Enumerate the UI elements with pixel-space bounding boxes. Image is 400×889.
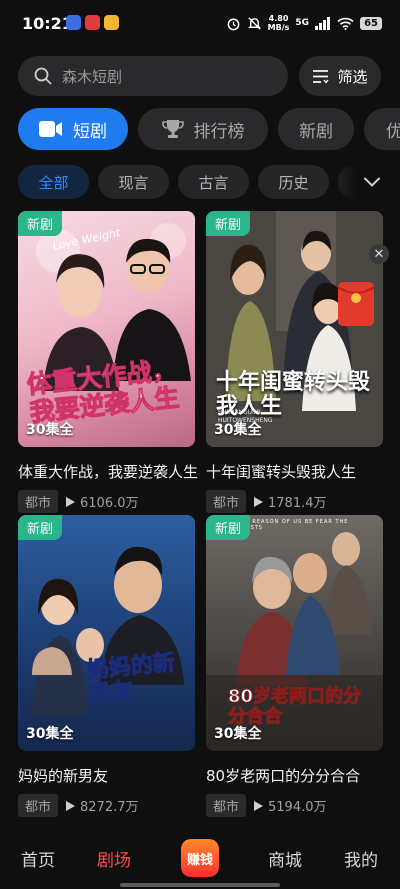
play-count-value: 8272.7万 xyxy=(80,800,139,815)
chip-modern-romance[interactable]: 现言 xyxy=(98,165,169,199)
poster-image[interactable]: 妈妈的新男友 新剧 30集全 xyxy=(18,515,195,751)
poster-title: 妈妈的新男友 xyxy=(85,650,176,708)
filter-button[interactable]: 筛选 xyxy=(299,56,381,96)
poster-title: 80岁老两口的分分合合 xyxy=(228,686,362,727)
search-bar[interactable]: 森木短剧 xyxy=(18,56,288,96)
new-badge: 新剧 xyxy=(18,211,63,236)
trophy-icon xyxy=(161,120,184,138)
play-count-value: 1781.4万 xyxy=(268,496,327,511)
poster-top-text: ONE REASON OF US BE FEAR THE GHOSTS xyxy=(236,519,349,531)
play-icon xyxy=(254,496,264,507)
alarm-icon xyxy=(227,18,240,30)
new-badge: 新剧 xyxy=(206,211,251,236)
app-notification-icon xyxy=(104,15,119,30)
genre-tag: 都市 xyxy=(18,794,59,817)
drama-title[interactable]: 十年闺蜜转头毁我人生 xyxy=(206,461,383,482)
red-packet-icon[interactable] xyxy=(337,282,375,326)
chevron-down-icon xyxy=(364,177,380,187)
app-notification-icon xyxy=(85,15,100,30)
close-icon[interactable]: ✕ xyxy=(369,244,389,264)
chip-all[interactable]: 全部 xyxy=(18,165,89,199)
tab-label: 短剧 xyxy=(73,121,107,142)
poster-image[interactable]: 体重大作战，我要逆袭人生 Love Weight 新剧 30集全 xyxy=(18,211,195,447)
play-icon xyxy=(66,800,76,811)
new-badge: 新剧 xyxy=(18,515,63,540)
status-bar: 10:21 4.80 MB/s 5G 65 xyxy=(0,0,400,48)
speed-value: 4.80 xyxy=(268,14,289,23)
play-icon xyxy=(254,800,264,811)
poster-art xyxy=(32,546,184,715)
tab-label: 新剧 xyxy=(299,121,333,142)
drama-meta: 都市 8272.7万 xyxy=(18,794,195,817)
expand-genres-button[interactable] xyxy=(332,158,400,206)
speed-unit: MB/s xyxy=(267,23,290,32)
poster-image[interactable]: 十年闺蜜转头毁我人生 SHINIANGUIMI HUITOWENSHENG 新剧… xyxy=(206,211,383,447)
play-count: 6106.0万 xyxy=(66,492,139,511)
nav-mall[interactable]: 商城 xyxy=(268,846,302,871)
network-type: 5G xyxy=(295,18,310,28)
nav-home[interactable]: 首页 xyxy=(21,846,55,871)
drama-title[interactable]: 体重大作战，我要逆袭人生 xyxy=(18,461,198,482)
app-notification-icon xyxy=(66,15,81,30)
episode-count: 30集全 xyxy=(26,726,74,742)
tab-new-drama[interactable]: 新剧 xyxy=(278,108,354,150)
tab-short-drama[interactable]: 短剧 xyxy=(18,108,128,150)
drama-card[interactable]: 妈妈的新男友 新剧 30集全 妈妈的新男友 都市 8272.7万 xyxy=(18,515,195,817)
drama-card[interactable]: ONE REASON OF US BE FEAR THE GHOSTS 80岁老… xyxy=(206,515,383,817)
genre-tag: 都市 xyxy=(206,794,247,817)
tab-label: 排行榜 xyxy=(193,121,245,142)
bottom-nav: 首页 剧场 赚钱 商城 我的 xyxy=(0,826,400,889)
play-count: 5194.0万 xyxy=(254,796,327,815)
genre-tag: 都市 xyxy=(206,490,247,513)
episode-count: 30集全 xyxy=(214,422,262,438)
search-placeholder: 森木短剧 xyxy=(62,67,123,86)
drama-meta: 都市 6106.0万 xyxy=(18,490,195,513)
genre-tag: 都市 xyxy=(18,490,59,513)
poster-image[interactable]: ONE REASON OF US BE FEAR THE GHOSTS 80岁老… xyxy=(206,515,383,751)
drama-card[interactable]: 十年闺蜜转头毁我人生 SHINIANGUIMI HUITOWENSHENG 新剧… xyxy=(206,211,383,513)
drama-card[interactable]: 体重大作战，我要逆袭人生 Love Weight 新剧 30集全 体重大作战，我… xyxy=(18,211,198,513)
search-icon xyxy=(34,67,52,85)
notification-icons xyxy=(66,15,119,30)
chip-history[interactable]: 历史 xyxy=(258,165,329,199)
drama-title[interactable]: 妈妈的新男友 xyxy=(18,765,195,786)
battery-indicator: 65 xyxy=(360,16,382,30)
tab-label: 优 xyxy=(386,121,400,142)
signal-icon xyxy=(315,16,331,30)
filter-icon xyxy=(313,69,330,84)
tab-ranking[interactable]: 排行榜 xyxy=(138,108,268,150)
drama-meta: 都市 1781.4万 xyxy=(206,490,383,513)
play-count: 1781.4万 xyxy=(254,492,327,511)
play-count-value: 5194.0万 xyxy=(268,800,327,815)
nav-earn[interactable]: 赚钱 xyxy=(181,839,219,877)
episode-count: 30集全 xyxy=(214,726,262,742)
status-right: 4.80 MB/s 5G 65 xyxy=(226,14,382,32)
nav-mine[interactable]: 我的 xyxy=(344,846,378,871)
network-speed: 4.80 MB/s xyxy=(268,14,290,32)
play-icon xyxy=(66,496,76,507)
red-packet-art xyxy=(337,286,375,303)
wifi-icon xyxy=(337,17,354,30)
main-tabs: 短剧 排行榜 新剧 优 xyxy=(18,108,400,150)
new-badge: 新剧 xyxy=(206,515,251,540)
nav-theater[interactable]: 剧场 xyxy=(97,846,131,871)
home-indicator[interactable] xyxy=(120,883,280,887)
tab-more[interactable]: 优 xyxy=(364,108,400,150)
play-count-value: 6106.0万 xyxy=(80,496,139,511)
mute-bell-icon xyxy=(247,16,261,30)
play-count: 8272.7万 xyxy=(66,796,139,815)
episode-count: 30集全 xyxy=(26,422,74,438)
drama-title[interactable]: 80岁老两口的分分合合 xyxy=(206,765,383,786)
drama-meta: 都市 5194.0万 xyxy=(206,794,383,817)
chip-ancient-romance[interactable]: 古言 xyxy=(178,165,249,199)
filter-label: 筛选 xyxy=(337,67,368,86)
video-camera-icon xyxy=(39,121,62,137)
